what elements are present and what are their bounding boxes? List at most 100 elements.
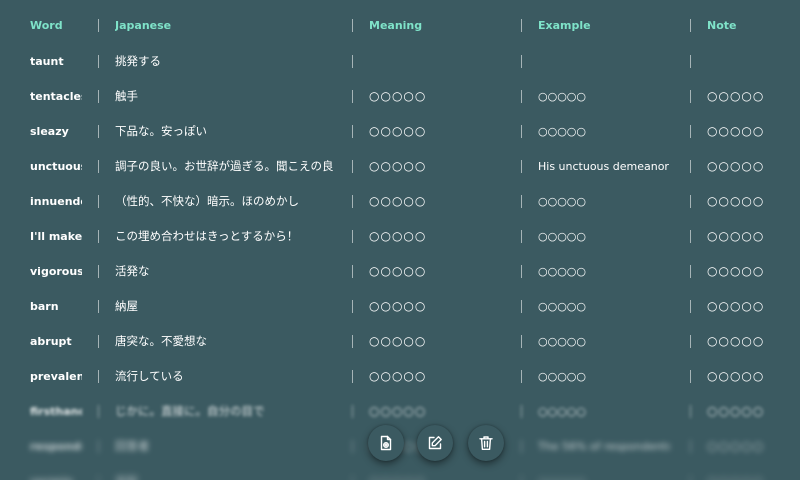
cell-meaning: ○○○○○ (369, 124, 427, 138)
file-add-icon (380, 435, 392, 451)
column-divider (690, 230, 691, 243)
cell-example: ○○○○○ (538, 370, 586, 383)
column-divider (521, 125, 522, 138)
cell-note: ○○○○○ (707, 89, 765, 103)
column-divider (352, 335, 353, 348)
cell-japanese: 唐突な。不愛想な (115, 334, 207, 348)
column-divider (98, 19, 99, 32)
column-divider (521, 265, 522, 278)
table-row[interactable]: taunt 挑発する (0, 44, 800, 79)
cell-example: ○○○○○ (538, 230, 586, 243)
cell-word: tentacles (30, 90, 82, 103)
cell-note: ○○○○○ (707, 369, 765, 383)
cell-japanese: （性的、不快な）暗示。ほのめかし (115, 194, 299, 208)
cell-example: The 56% of respondents (538, 440, 670, 453)
cell-example: ○○○○○ (538, 90, 586, 103)
cell-example: ○○○○○ (538, 300, 586, 313)
table-header: Word Japanese Meaning Example Note (0, 8, 800, 43)
table-row[interactable]: abrupt 唐突な。不愛想な ○○○○○ ○○○○○ ○○○○○ (0, 324, 800, 359)
column-divider (690, 19, 691, 32)
column-divider (98, 440, 99, 453)
column-divider (521, 55, 522, 68)
column-divider (690, 125, 691, 138)
delete-entry-button[interactable] (468, 425, 504, 461)
column-header-word[interactable]: Word (30, 8, 82, 43)
column-divider (521, 160, 522, 173)
cell-word: innuendo (30, 195, 82, 208)
column-divider (690, 160, 691, 173)
table-row[interactable]: prevalent 流行している ○○○○○ ○○○○○ ○○○○○ (0, 359, 800, 394)
column-divider (352, 55, 353, 68)
table-row[interactable]: firsthand じかに。直接に。自分の目で ○○○○○ ○○○○○ ○○○○○ (0, 394, 800, 429)
table-row[interactable]: sleazy 下品な。安っぽい ○○○○○ ○○○○○ ○○○○○ (0, 114, 800, 149)
table-row[interactable]: innuendo （性的、不快な）暗示。ほのめかし ○○○○○ ○○○○○ ○○○○○ (0, 184, 800, 219)
column-divider (690, 55, 691, 68)
column-divider (352, 160, 353, 173)
cell-japanese: 下品な。安っぽい (115, 124, 207, 138)
cell-meaning: ○○○○○ (369, 194, 427, 208)
column-header-meaning[interactable]: Meaning (369, 8, 519, 43)
column-divider (690, 195, 691, 208)
cell-note: ○○○○○ (707, 229, 765, 243)
cell-meaning: ○○○○○ (369, 229, 427, 243)
column-divider (521, 370, 522, 383)
table-row[interactable]: tentacles 触手 ○○○○○ ○○○○○ ○○○○○ (0, 79, 800, 114)
column-divider (690, 265, 691, 278)
column-header-note[interactable]: Note (707, 8, 800, 43)
cell-japanese: 納屋 (115, 299, 138, 313)
column-divider (521, 405, 522, 418)
cell-example: ○○○○○ (538, 464, 670, 480)
cell-example (538, 44, 670, 79)
column-divider (690, 475, 691, 480)
column-divider (352, 475, 353, 480)
cell-example: His unctuous demeanor (538, 160, 669, 173)
cell-japanese: 活発な (115, 264, 150, 278)
table-row[interactable]: unctuous 調子の良い。お世辞が過ぎる。聞こえの良 ○○○○○ His unct… (0, 149, 800, 184)
cell-example: ○○○○○ (538, 125, 586, 138)
cell-meaning: ○○○○○ (369, 159, 427, 173)
column-divider (352, 19, 353, 32)
cell-word: taunt (30, 55, 64, 68)
cell-meaning (369, 44, 519, 79)
cell-note: ○○○○○ (707, 464, 800, 480)
column-divider (98, 230, 99, 243)
table-row[interactable]: I'll make この埋め合わせはきっとするから！ ○○○○○ ○○○○○ ○○○○○ (0, 219, 800, 254)
column-divider (690, 370, 691, 383)
column-divider (690, 405, 691, 418)
cell-japanese: 調子の良い。お世辞が過ぎる。聞こえの良 (115, 159, 334, 173)
column-header-japanese[interactable]: Japanese (115, 8, 349, 43)
cell-note: ○○○○○ (707, 124, 765, 138)
trash-icon (479, 436, 493, 450)
table-row[interactable]: vigorous 活発な ○○○○○ ○○○○○ ○○○○○ (0, 254, 800, 289)
table-row[interactable]: barn 納屋 ○○○○○ ○○○○○ ○○○○○ (0, 289, 800, 324)
edit-entry-button[interactable] (417, 425, 453, 461)
add-entry-button[interactable] (368, 425, 404, 461)
column-header-example[interactable]: Example (538, 8, 670, 43)
cell-japanese: この埋め合わせはきっとするから！ (115, 229, 299, 243)
column-divider (98, 55, 99, 68)
cell-word: respondent (30, 440, 82, 453)
column-divider (98, 335, 99, 348)
cell-example: ○○○○○ (538, 195, 586, 208)
column-divider (521, 335, 522, 348)
action-toolbar (366, 425, 504, 461)
cell-japanese: 回答者 (115, 439, 150, 453)
column-divider (98, 300, 99, 313)
column-divider (690, 300, 691, 313)
column-divider (98, 265, 99, 278)
edit-icon (428, 436, 442, 450)
cell-meaning: ○○○○○ (369, 334, 427, 348)
cell-meaning: ○○○○○ (369, 264, 427, 278)
cell-example: ○○○○○ (538, 405, 586, 418)
column-divider (521, 19, 522, 32)
cell-note: ○○○○○ (707, 334, 765, 348)
cell-meaning: ○○○○○ (369, 369, 427, 383)
column-divider (352, 195, 353, 208)
column-divider (352, 300, 353, 313)
column-divider (352, 370, 353, 383)
table-row[interactable]: vermin 害獣 ○○○○○ ○○○○○ ○○○○○ (0, 464, 800, 480)
column-divider (690, 90, 691, 103)
column-divider (521, 475, 522, 480)
cell-word: unctuous (30, 160, 82, 173)
column-divider (521, 300, 522, 313)
